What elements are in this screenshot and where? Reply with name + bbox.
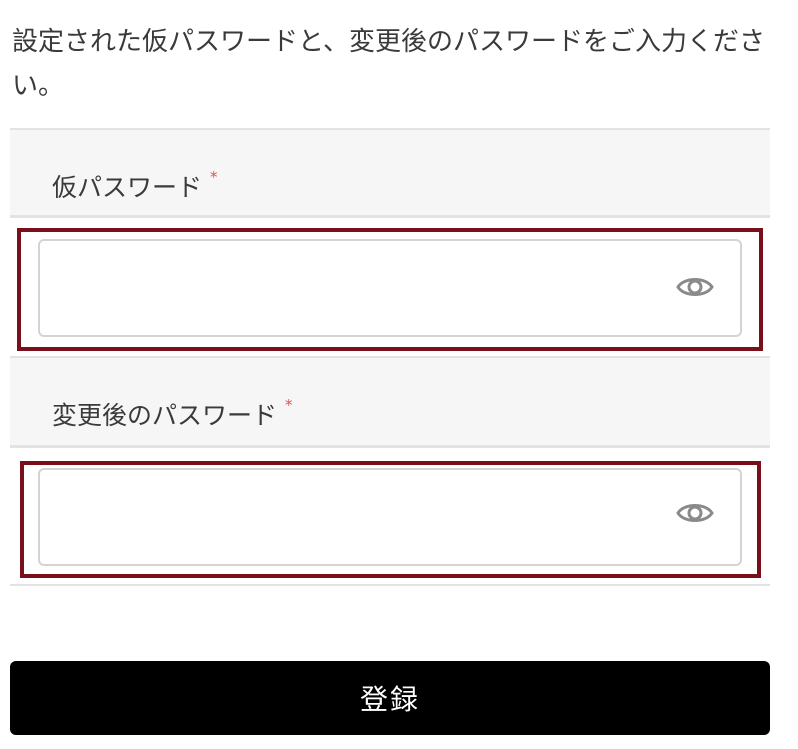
required-mark: * — [210, 168, 218, 186]
new-password-label-row: 変更後のパスワード * — [10, 356, 770, 448]
new-password-label-text: 変更後のパスワード — [52, 401, 278, 430]
submit-button[interactable]: 登録 — [10, 661, 770, 735]
required-mark: * — [285, 396, 293, 414]
temp-password-label: 仮パスワード * — [52, 168, 218, 204]
new-password-input[interactable] — [38, 468, 742, 566]
temp-password-input[interactable] — [38, 239, 742, 337]
new-password-field-row — [10, 448, 770, 586]
eye-icon[interactable] — [675, 493, 715, 533]
temp-password-label-row: 仮パスワード * — [10, 128, 770, 218]
temp-password-field-row — [10, 218, 770, 356]
temp-password-label-text: 仮パスワード — [52, 173, 203, 202]
new-password-label: 変更後のパスワード * — [52, 396, 293, 432]
eye-icon[interactable] — [675, 267, 715, 307]
instruction-text: 設定された仮パスワードと、変更後のパスワードをご入力ください。 — [12, 27, 765, 101]
